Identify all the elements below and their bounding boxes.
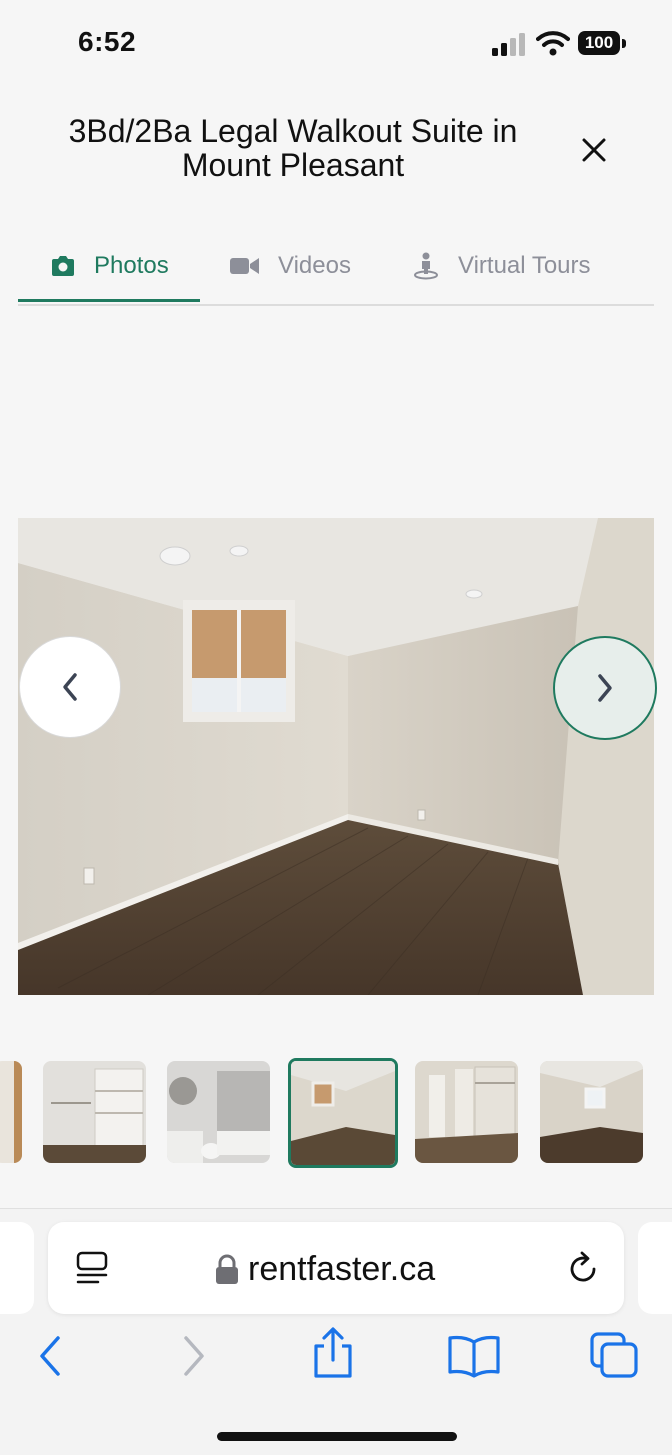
chevron-left-icon [63,673,77,701]
next-tab-preview[interactable] [638,1222,672,1314]
reader-mode-icon[interactable] [74,1250,110,1286]
camera-icon [52,256,74,276]
close-icon[interactable] [576,132,612,168]
video-camera-icon [230,258,259,274]
main-photo[interactable] [18,518,654,995]
previous-tab-preview[interactable] [0,1222,34,1314]
tab-photos-label: Photos [94,252,169,279]
tab-videos-label: Videos [278,252,351,279]
url-text: rentfaster.ca [248,1250,436,1288]
battery-level: 100 [578,31,620,55]
thumbnail-bedroom-selected[interactable] [288,1058,398,1168]
person-pin-icon [414,252,438,280]
thumbnail-room[interactable] [540,1061,643,1163]
share-icon[interactable] [310,1326,356,1380]
thumbnail-hallway[interactable] [415,1061,518,1163]
room-photo-image [18,518,654,995]
reload-icon[interactable] [564,1250,602,1288]
thumbnail-closet[interactable] [43,1061,146,1163]
battery-cap [622,39,626,48]
thumbnail-partial[interactable] [0,1061,22,1163]
home-indicator [217,1432,457,1441]
active-tab-indicator [18,299,200,302]
cellular-signal-icon [492,33,525,56]
previous-photo-button[interactable] [19,636,121,738]
thumbnail-image [43,1061,146,1163]
bookmarks-icon[interactable] [446,1334,502,1378]
tab-photos[interactable]: Photos [50,252,169,280]
chevron-right-icon [598,674,612,702]
forward-icon[interactable] [178,1334,210,1378]
status-time: 6:52 [78,26,137,57]
tabs-icon[interactable] [588,1330,640,1380]
wifi-icon [536,31,570,56]
listing-title: 3Bd/2Ba Legal Walkout Suite in Mount Ple… [68,113,518,183]
thumbnail-image [415,1061,518,1163]
thumbnail-bathroom[interactable] [167,1061,270,1163]
thumbnail-image [0,1061,22,1163]
tab-videos[interactable]: Videos [230,252,351,280]
lock-icon [216,1254,238,1284]
next-photo-button[interactable] [553,636,657,740]
tab-virtual-tours-label: Virtual Tours [458,252,591,279]
thumbnail-image [291,1061,395,1165]
thumbnail-image [167,1061,270,1163]
tab-virtual-tours[interactable]: Virtual Tours [412,252,591,280]
battery-indicator: 100 [578,31,628,57]
thumbnail-image [540,1061,643,1163]
back-icon[interactable] [34,1334,66,1378]
media-tabs: Photos Videos Virtual Tours [18,244,654,306]
